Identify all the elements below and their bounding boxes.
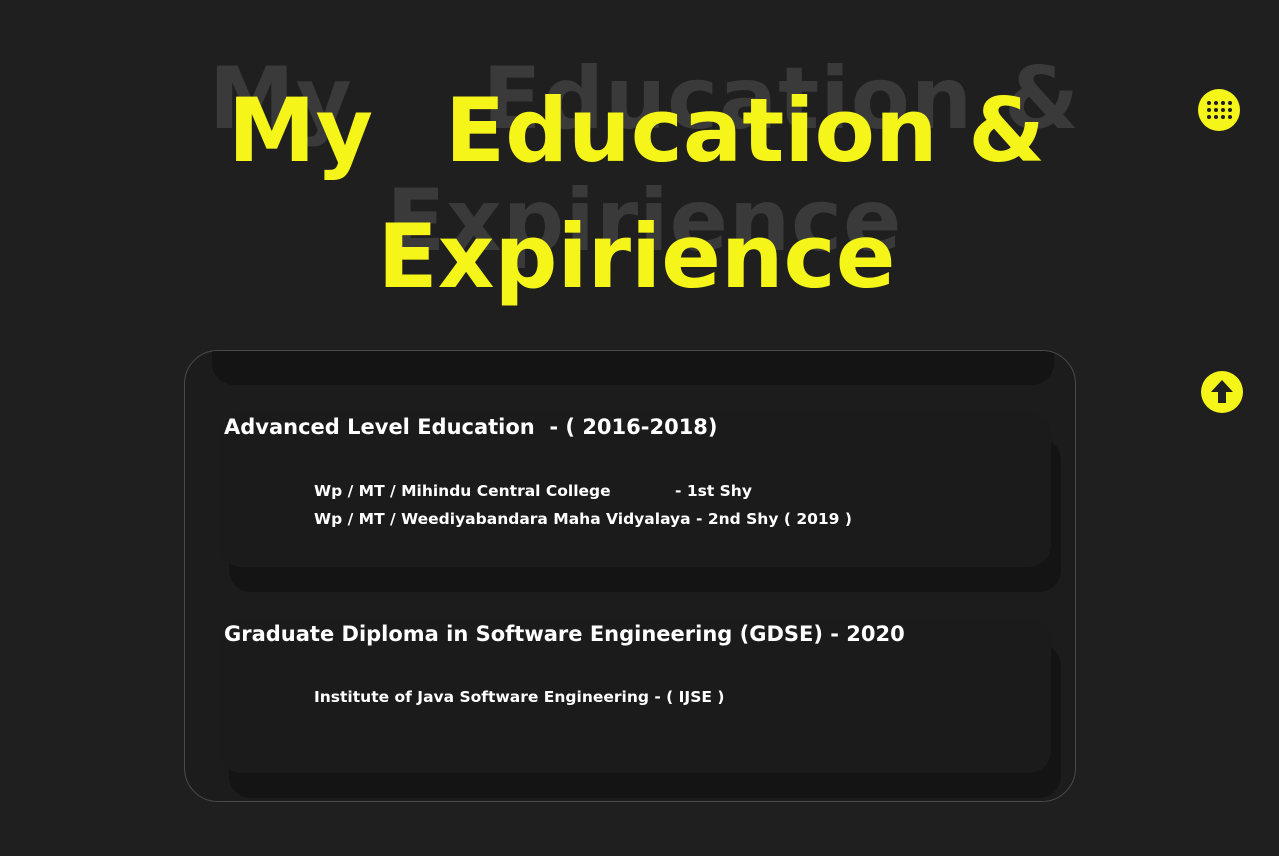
card-top-slab bbox=[212, 351, 1054, 385]
institute-line: Institute of Java Software Engineering -… bbox=[314, 688, 725, 706]
title-word-3: Expirience bbox=[377, 205, 896, 308]
arrow-up-icon bbox=[1211, 380, 1233, 403]
scroll-to-top-button[interactable] bbox=[1201, 371, 1243, 413]
page-title: My Education & Expirience bbox=[0, 68, 1276, 320]
advanced-level-heading: Advanced Level Education - ( 2016-2018) bbox=[224, 415, 718, 439]
menu-button[interactable] bbox=[1198, 89, 1240, 131]
school-name: Wp / MT / Mihindu Central College bbox=[314, 482, 611, 500]
education-page: My Education & Expirience My Education & E… bbox=[0, 0, 1279, 856]
education-card: Advanced Level Education - ( 2016-2018) … bbox=[184, 350, 1076, 802]
school-note: - 1st Shy bbox=[675, 482, 752, 500]
gdse-heading: Graduate Diploma in Software Engineering… bbox=[224, 622, 905, 646]
title-word-1: My bbox=[228, 79, 373, 182]
school-line: Wp / MT / Mihindu Central College - 1st S… bbox=[314, 482, 752, 500]
grid-dots-icon bbox=[1206, 101, 1232, 119]
title-word-2: Education & bbox=[444, 79, 1045, 182]
school-line: Wp / MT / Weediyabandara Maha Vidyalaya … bbox=[314, 510, 852, 528]
